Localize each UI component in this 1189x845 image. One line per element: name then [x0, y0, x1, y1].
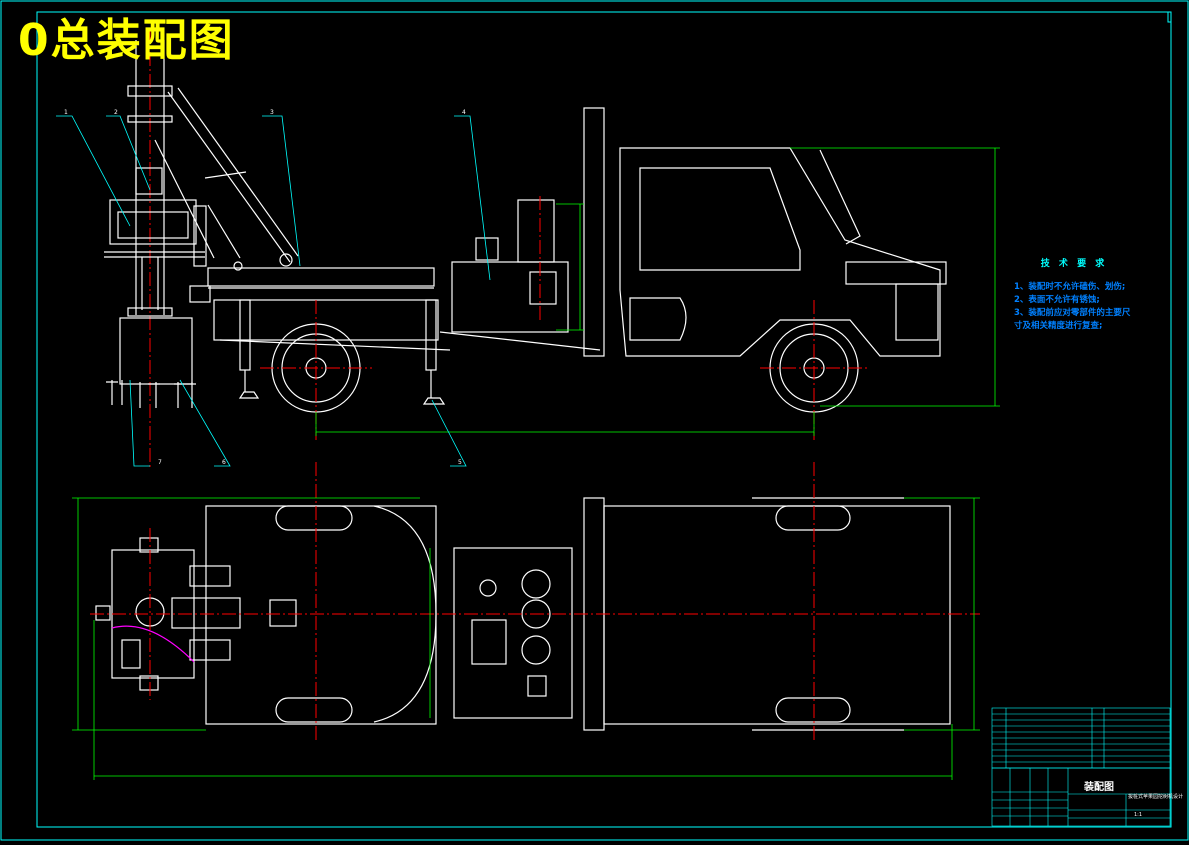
balloon-6: 6: [222, 459, 226, 466]
tech-req-heading: 技 术 要 求: [1040, 259, 1108, 269]
balloon-4: 4: [462, 109, 466, 116]
drawing-name: 装配图: [1083, 780, 1114, 793]
balloon-3: 3: [270, 109, 274, 116]
hydraulic-hose: [111, 625, 195, 663]
project-name: 拔桩式苹果园挖树机设计: [1128, 793, 1183, 800]
drawing-sheet: 装配图 拔桩式苹果园挖树机设计 1:1 1 2 3 4 5 6 7 0总装配图 …: [0, 0, 1189, 841]
drawing-title: 0总装配图: [18, 15, 235, 66]
technical-requirements: 技 术 要 求 1、装配时不允许磕伤、划伤; 2、表面不允许有锈蚀; 3、装配前…: [1014, 258, 1134, 333]
title-block: [991, 707, 1171, 827]
balloon-1: 1: [64, 109, 68, 116]
balloon-5: 5: [458, 459, 462, 466]
assembly-drawing: 装配图 拔桩式苹果园挖树机设计 1:1 1 2 3 4 5 6 7: [0, 0, 1189, 841]
balloon-7: 7: [158, 459, 162, 466]
side-centerlines: [260, 196, 870, 440]
side-view: [104, 30, 947, 470]
tech-req-item-3: 3、装配前应对零部件的主要尺寸及相关精度进行复查;: [1014, 308, 1131, 331]
balloon-2: 2: [114, 109, 118, 116]
top-centerlines: [90, 462, 980, 740]
top-dimensions: [72, 497, 980, 780]
side-dimensions: [315, 147, 1000, 436]
corner-mark: [1167, 11, 1172, 23]
tech-req-item-2: 2、表面不允许有锈蚀;: [1014, 295, 1100, 305]
tech-req-item-1: 1、装配时不允许磕伤、划伤;: [1014, 282, 1126, 292]
leaders: [56, 115, 491, 467]
drawing-scale: 1:1: [1134, 812, 1142, 818]
